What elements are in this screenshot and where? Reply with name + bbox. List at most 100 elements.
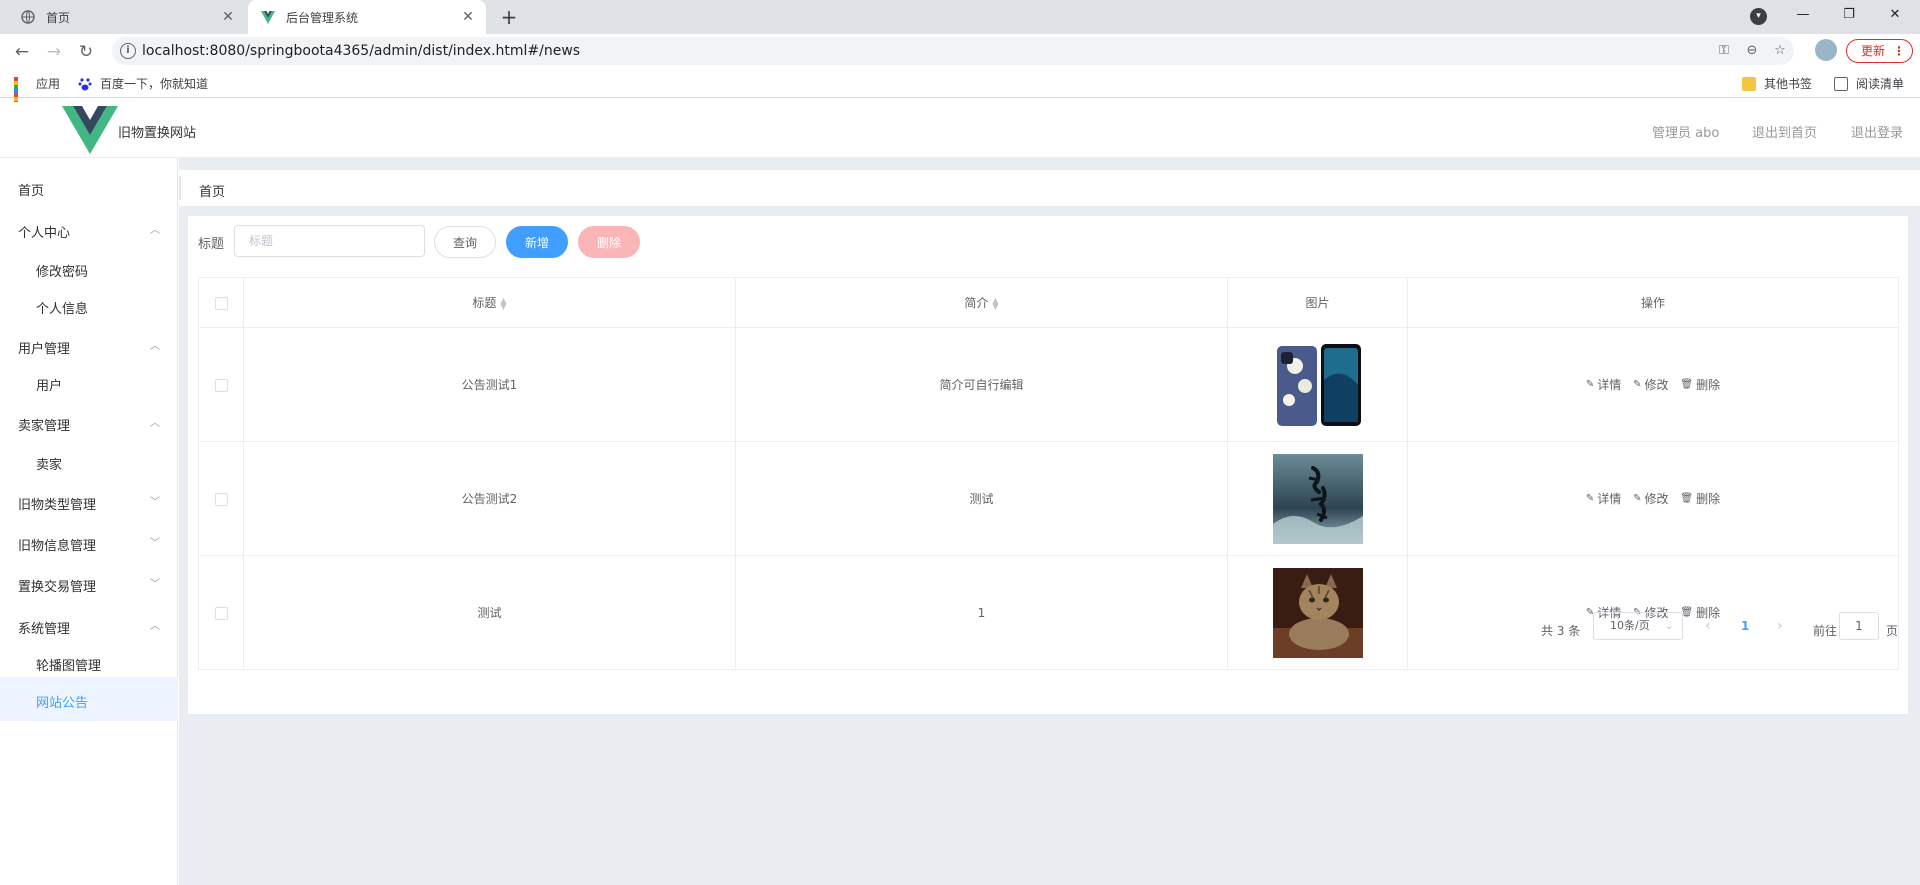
back-to-home-link[interactable]: 退出到首页 <box>1752 122 1817 141</box>
intro-cell: 1 <box>735 555 1228 670</box>
sidebar-item-label: 轮播图管理 <box>36 659 102 674</box>
sort-icon[interactable]: ▲ ▼ <box>992 296 998 310</box>
close-icon[interactable]: ✕ <box>220 9 236 25</box>
bookmark-apps[interactable]: 应用 <box>14 75 61 113</box>
column-header-label: 标题 <box>472 296 497 310</box>
delete-label: 删除 <box>1696 378 1721 392</box>
page-size-value: 10条/页 <box>1610 619 1650 632</box>
bookmark-label: 应用 <box>36 77 61 91</box>
close-icon[interactable]: ✕ <box>460 9 476 25</box>
prev-page-icon[interactable]: ‹ <box>1705 618 1711 634</box>
bookmark-other[interactable]: 其他书签 <box>1742 75 1812 92</box>
bookmark-label: 其他书签 <box>1764 77 1813 91</box>
sidebar-item-label: 系统管理 <box>18 622 71 637</box>
chevron-up-icon: ︿ <box>150 418 160 429</box>
folder-icon <box>1742 76 1756 91</box>
key-icon[interactable]: ⚿ <box>1714 43 1734 61</box>
app-header: 旧物置换网站 管理员 abo 退出到首页 退出登录 <box>0 102 1920 158</box>
sidebar-item[interactable]: 置换交易管理 ﹀ <box>0 561 178 605</box>
detail-button[interactable]: ✎ 详情 <box>1586 376 1621 393</box>
current-user: 管理员 abo <box>1652 126 1720 141</box>
star-icon[interactable]: ☆ <box>1770 43 1790 61</box>
sidebar-item[interactable]: 用户 <box>0 360 178 404</box>
page-number-current[interactable]: 1 <box>1741 619 1749 633</box>
sidebar-item[interactable]: 旧物信息管理 ﹀ <box>0 520 178 564</box>
row-checkbox[interactable] <box>214 378 228 392</box>
row-select-cell <box>198 441 244 556</box>
delete-button[interactable]: 🗑 删除 <box>1680 376 1720 393</box>
pagination-total: 共 3 条 <box>1541 624 1581 638</box>
sidebar-item[interactable]: 卖家 <box>0 439 178 483</box>
reload-icon[interactable]: ↻ <box>74 40 98 64</box>
column-header-label: 操作 <box>1640 296 1665 310</box>
query-button[interactable]: 查询 <box>434 226 496 258</box>
table-row: 公告测试1 简介可自行编辑 ✎ 详情 ✎ 修改 🗑 删除 <box>198 327 1899 442</box>
bookmark-reading-list[interactable]: 阅读清单 <box>1834 75 1904 92</box>
image-cell <box>1227 441 1408 556</box>
site-info-icon[interactable]: i <box>120 43 136 59</box>
browser-tab-home[interactable]: 首页 ✕ <box>8 0 246 34</box>
edit-outline-icon: ✎ <box>1585 379 1595 390</box>
profile-avatar[interactable] <box>1815 39 1837 61</box>
browser-tab-title: 首页 <box>46 10 71 25</box>
column-header-image: 图片 <box>1227 277 1408 328</box>
column-header-intro[interactable]: 简介 ▲ ▼ <box>735 277 1228 328</box>
edit-button[interactable]: ✎ 修改 <box>1633 490 1668 507</box>
minimize-icon[interactable]: — <box>1780 0 1826 30</box>
edit-icon: ✎ <box>1633 379 1642 390</box>
sidebar-item[interactable]: 个人中心 ︿ <box>0 207 178 251</box>
detail-button[interactable]: ✎ 详情 <box>1586 490 1621 507</box>
sidebar-item-label: 卖家 <box>36 458 63 473</box>
sidebar-item[interactable]: 旧物类型管理 ﹀ <box>0 479 178 523</box>
actions-cell: ✎ 详情 ✎ 修改 🗑 删除 <box>1407 441 1899 556</box>
sidebar-item-label: 个人中心 <box>18 226 71 241</box>
delete-button[interactable]: 🗑 删除 <box>1680 490 1720 507</box>
title-cell: 测试 <box>243 555 736 670</box>
sidebar-item[interactable]: 个人信息 <box>0 283 178 327</box>
sidebar-item-label: 卖家管理 <box>18 419 71 434</box>
tab-search-icon[interactable]: ▾ <box>1750 8 1767 25</box>
browser-tab-admin[interactable]: 后台管理系统 ✕ <box>248 0 486 34</box>
baidu-paw-icon <box>78 77 92 91</box>
sidebar-item[interactable]: 卖家管理 ︿ <box>0 400 178 444</box>
window-close-icon[interactable]: ✕ <box>1872 0 1918 30</box>
column-header-title[interactable]: 标题 ▲ ▼ <box>243 277 736 328</box>
row-checkbox[interactable] <box>214 492 228 506</box>
sidebar-item[interactable]: 首页 <box>0 165 178 209</box>
batch-delete-button[interactable]: 删除 <box>578 226 640 258</box>
forward-icon[interactable]: → <box>42 40 66 64</box>
breadcrumb-item[interactable]: 首页 <box>199 181 225 200</box>
next-page-icon[interactable]: › <box>1777 618 1783 634</box>
select-all-checkbox[interactable] <box>214 296 228 310</box>
bookmark-baidu[interactable]: 百度一下，你就知道 <box>78 75 208 92</box>
select-all-cell <box>198 277 244 328</box>
edit-icon: ✎ <box>1633 493 1642 504</box>
zoom-icon[interactable]: ⊖ <box>1742 43 1762 61</box>
row-checkbox[interactable] <box>214 606 228 620</box>
update-button[interactable]: 更新 ⋮ <box>1846 39 1913 63</box>
search-input[interactable] <box>234 225 425 257</box>
more-icon: ⋮ <box>1893 44 1905 58</box>
edit-outline-icon: ✎ <box>1585 493 1595 504</box>
new-tab-icon[interactable]: + <box>498 6 520 28</box>
goto-page-input[interactable] <box>1839 612 1879 640</box>
sidebar-item[interactable]: 网站公告 <box>0 677 178 721</box>
content-panel: 标题 查询 新增 删除 标题▲▼ 简介▲▼ 图片 操作 公告测试1 简介可自行编… <box>188 216 1908 714</box>
browser-tab-title: 后台管理系统 <box>286 10 359 25</box>
detail-label: 详情 <box>1597 378 1622 392</box>
address-bar[interactable]: i localhost:8080/springboota4365/admin/d… <box>112 37 1794 65</box>
logout-link[interactable]: 退出登录 <box>1851 122 1903 141</box>
bookmark-label: 百度一下，你就知道 <box>100 77 209 91</box>
sort-icon[interactable]: ▲ ▼ <box>500 296 506 310</box>
sidebar-item-label: 网站公告 <box>36 696 89 711</box>
phones-thumbnail <box>1272 339 1363 430</box>
add-button[interactable]: 新增 <box>506 226 568 258</box>
delete-button[interactable]: 🗑 删除 <box>1680 604 1720 621</box>
restore-icon[interactable]: ❐ <box>1826 0 1872 30</box>
edit-button[interactable]: ✎ 修改 <box>1633 376 1668 393</box>
page-size-select[interactable]: 10条/页 ⌄ <box>1593 612 1683 640</box>
bookmark-label: 阅读清单 <box>1856 77 1905 91</box>
sidebar-item-label: 置换交易管理 <box>18 580 97 595</box>
title-cell: 公告测试2 <box>243 441 736 556</box>
back-icon[interactable]: ← <box>10 40 34 64</box>
